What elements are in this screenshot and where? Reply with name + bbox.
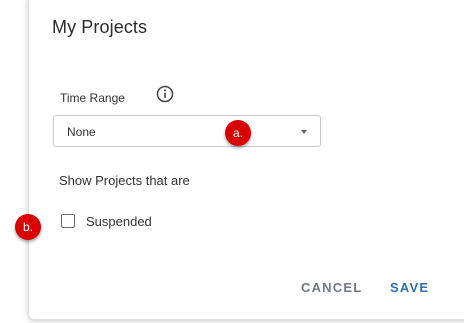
suspended-option[interactable]: Suspended [61,212,152,230]
info-circle-icon[interactable] [156,85,174,103]
annotation-badge-b: b. [15,214,41,240]
cancel-button[interactable]: CANCEL [301,280,362,295]
show-projects-label: Show Projects that are [59,173,190,188]
time-range-select[interactable]: None [53,115,321,147]
time-range-label: Time Range [60,91,125,105]
suspended-checkbox[interactable] [61,214,75,228]
save-button[interactable]: SAVE [390,280,429,295]
dialog-title: My Projects [52,17,148,37]
my-projects-dialog: My Projects Time Range None Show Project… [28,0,464,320]
annotation-badge-a: a. [225,120,251,146]
chevron-down-icon [301,130,307,134]
time-range-selected-value: None [67,125,96,139]
suspended-checkbox-label[interactable]: Suspended [86,214,152,229]
